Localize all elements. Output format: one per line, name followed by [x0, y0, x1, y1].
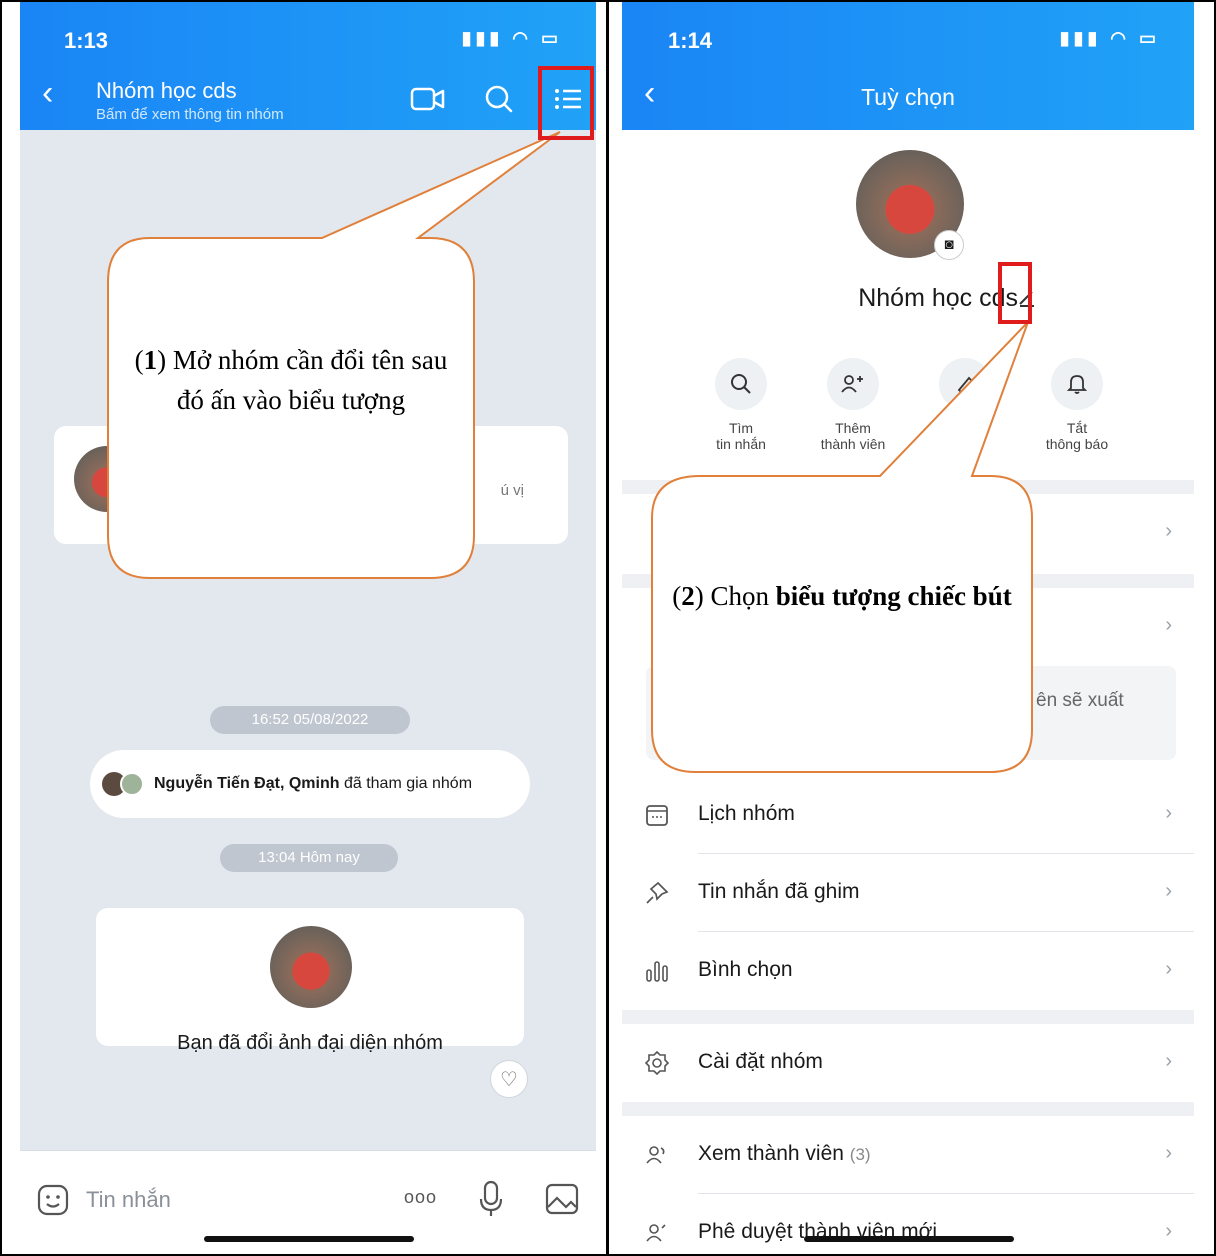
menu-row-members[interactable]: Xem thành viên (3) › [622, 1116, 1194, 1194]
action-label: thành viên [820, 436, 886, 452]
callout-text-2: (2) Chọn biểu tượng chiếc bút [672, 581, 1012, 611]
chevron-right-icon: › [1165, 802, 1172, 824]
highlight-edit-icon [998, 262, 1032, 324]
sticker-icon[interactable] [36, 1183, 70, 1217]
member-count: (3) [849, 1145, 871, 1164]
chat-screen: 1:13 ▮▮▮ ◠ ▭ ‹ Nhóm học cds Bấm để xem t… [20, 2, 596, 1254]
status-icons: ▮▮▮ ◠ ▭ [1059, 28, 1160, 48]
highlight-menu-icon [538, 66, 594, 140]
chevron-right-icon: › [1165, 1050, 1172, 1072]
menu-row-hidden-1[interactable]: › [622, 494, 1194, 572]
group-info-card: ú vị [54, 426, 568, 544]
menu-label: Lịch nhóm [698, 802, 795, 825]
callout-instruction: ) Chọn [694, 581, 776, 611]
timestamp-pill: 16:52 05/08/2022 [210, 706, 410, 734]
panel-divider [606, 0, 609, 1256]
menu-row-settings[interactable]: Cài đặt nhóm › [622, 1024, 1194, 1102]
avatar-change-text: đã đổi ảnh đại diện nhóm [218, 1032, 443, 1054]
search-icon[interactable] [480, 82, 520, 116]
group-avatar [74, 446, 140, 512]
actor-name: Bạn [177, 1032, 213, 1054]
calendar-icon [646, 805, 668, 826]
home-indicator [204, 1236, 414, 1242]
status-icons: ▮▮▮ ◠ ▭ [461, 28, 562, 48]
chat-title[interactable]: Nhóm học cds [96, 78, 237, 104]
action-search-messages[interactable]: Tìm tin nhắn [686, 358, 796, 452]
callout-step-number: 1 [143, 345, 158, 375]
chevron-right-icon: › [1165, 614, 1172, 636]
action-label: ền [957, 420, 973, 436]
options-header: 1:14 ▮▮▮ ◠ ▭ ‹ Tuỳ chọn [622, 2, 1194, 130]
avatar-change-notice: Bạn đã đổi ảnh đại diện nhóm [96, 908, 524, 1054]
callout-instruction-bold: biểu tượng chiếc bút [775, 581, 1012, 611]
action-add-member[interactable]: Thêm thành viên [798, 358, 908, 452]
members-icon [646, 1146, 665, 1164]
camera-icon[interactable]: ◙ [934, 230, 964, 260]
pin-icon [646, 881, 669, 904]
action-change-background[interactable]: ền [910, 358, 1020, 436]
group-name: Nhóm học cds [858, 284, 1018, 312]
gear-icon [644, 1050, 670, 1076]
poll-icon [646, 961, 668, 982]
action-mute-notifications[interactable]: Tắt thông báo [1022, 358, 1132, 452]
section-gap [622, 480, 1194, 494]
status-time: 1:14 [668, 28, 713, 53]
options-title: Tuỳ chọn [861, 84, 955, 110]
microphone-icon[interactable] [476, 1179, 506, 1219]
chevron-right-icon: › [1165, 1142, 1172, 1164]
action-label: Tắt [1066, 420, 1088, 436]
menu-label: Cài đặt nhóm [698, 1050, 823, 1073]
timestamp-pill: 13:04 Hôm nay [220, 844, 398, 872]
joined-member-names: Nguyễn Tiến Đạt, Qminh [154, 775, 340, 792]
menu-row-pinned[interactable]: Tin nhắn đã ghim › [622, 854, 1194, 932]
chat-header: 1:13 ▮▮▮ ◠ ▭ ‹ Nhóm học cds Bấm để xem t… [20, 2, 596, 130]
brush-icon [957, 376, 974, 395]
chevron-right-icon: › [1165, 880, 1172, 902]
menu-label: Tin nhắn đã ghim [698, 880, 860, 903]
menu-row-poll[interactable]: Bình chọn › [622, 932, 1194, 1010]
more-icon[interactable]: ooo [404, 1187, 437, 1208]
react-heart-icon[interactable]: ♡ [490, 1060, 528, 1098]
chevron-right-icon: › [1165, 958, 1172, 980]
join-notice: Nguyễn Tiến Đạt, Qminh đã tham gia nhóm [90, 750, 530, 818]
menu-label: Bình chọn [698, 958, 793, 981]
section-gap [622, 1102, 1194, 1116]
menu-row-approve[interactable]: Phê duyệt thành viên mới › [622, 1194, 1194, 1254]
callout-step-number: 2 [681, 581, 695, 611]
message-input[interactable]: Tin nhắn [86, 1187, 171, 1213]
description-partial: ên sẽ xuất [1036, 690, 1124, 711]
action-label: Tìm [728, 420, 754, 436]
search-icon [731, 374, 751, 394]
menu-label: Xem thành viên [698, 1142, 844, 1165]
options-screen: 1:14 ▮▮▮ ◠ ▭ ‹ Tuỳ chọn ◙ Nhóm học cds T… [622, 2, 1194, 1254]
chevron-right-icon: › [1165, 1220, 1172, 1242]
approve-member-icon [646, 1224, 666, 1242]
new-group-avatar [270, 926, 352, 1008]
back-icon[interactable]: ‹ [42, 76, 53, 110]
chat-subtitle[interactable]: Bấm để xem thông tin nhóm [96, 106, 284, 123]
callout-instruction: ) Mở nhóm cần đổi tên sau đó ấn vào biểu… [157, 345, 448, 415]
action-label: tin nhắn [716, 436, 766, 452]
description-box: ên sẽ xuất [646, 666, 1176, 760]
video-call-icon[interactable] [408, 82, 448, 116]
bell-icon [1066, 375, 1088, 394]
join-action-text: đã tham gia nhóm [343, 775, 473, 792]
menu-row-calendar[interactable]: Lịch nhóm › [622, 776, 1194, 854]
section-gap [622, 1010, 1194, 1024]
card-partial-text: ú vị [500, 482, 524, 499]
action-label: thông báo [1045, 436, 1109, 452]
add-member-icon [841, 375, 863, 393]
callout-text-1: (1) Mở nhóm cần đổi tên sau đó ấn vào bi… [134, 345, 448, 415]
chevron-right-icon: › [1165, 520, 1172, 542]
image-icon[interactable] [544, 1181, 580, 1217]
home-indicator [804, 1236, 1014, 1242]
status-time: 1:13 [64, 28, 109, 53]
action-label: Thêm [835, 420, 871, 436]
member-avatar [120, 772, 144, 796]
